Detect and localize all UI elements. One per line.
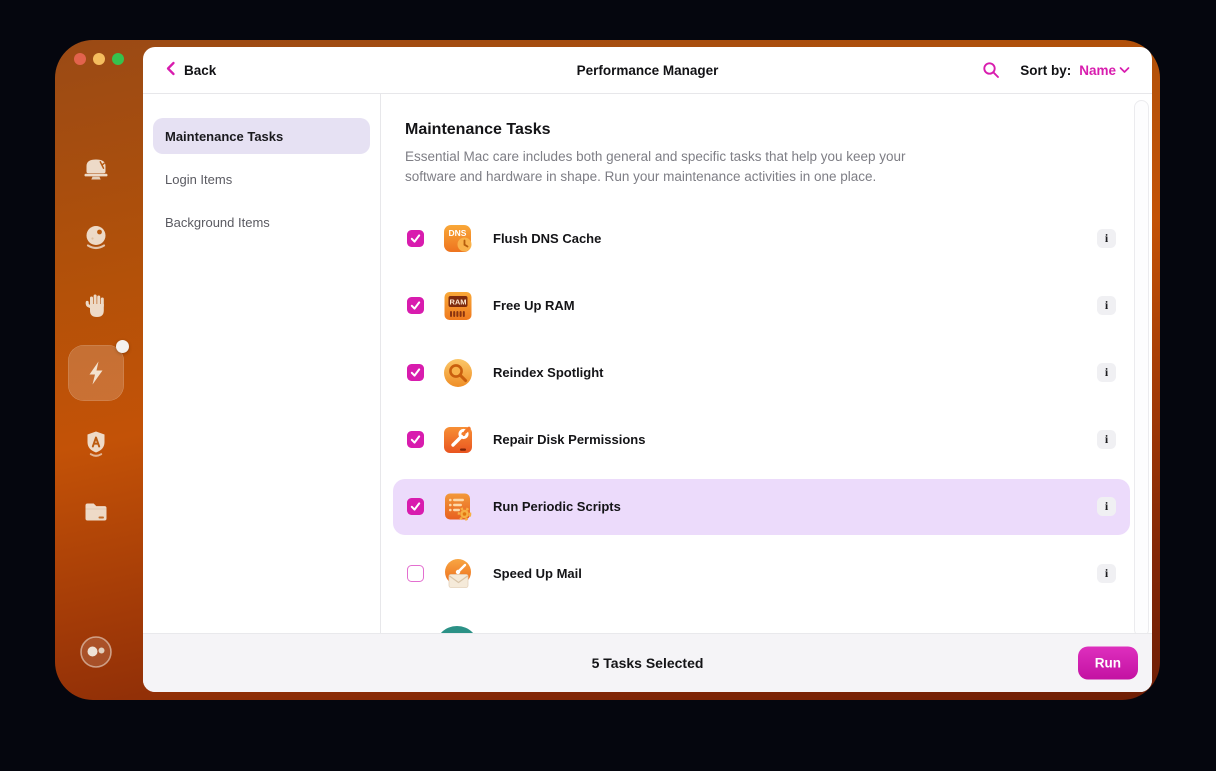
notification-dot [116,340,129,353]
task-row-run-periodic-scripts[interactable]: Run Periodic Scripts i [393,479,1130,535]
section-title: Maintenance Tasks [405,121,1152,139]
task-label: Repair Disk Permissions [493,432,645,447]
checkbox-checked[interactable] [407,297,424,314]
checkbox-checked[interactable] [407,431,424,448]
inner-sidebar: Maintenance Tasks Login Items Background I… [143,94,381,634]
mail-speedometer-icon [441,557,475,591]
content-card: Back Performance Manager Sort by: Name M… [143,47,1152,692]
monitor-icon[interactable] [78,150,114,186]
app-window: Back Performance Manager Sort by: Name M… [55,40,1160,700]
task-row-reindex-spotlight[interactable]: Reindex Spotlight i [393,345,1130,401]
zoom-button[interactable] [112,53,124,65]
checkbox-checked[interactable] [407,364,424,381]
assistant-face-icon[interactable] [78,634,114,670]
top-bar: Back Performance Manager Sort by: Name [143,47,1152,94]
ball-icon[interactable] [78,219,114,255]
sort-by-label: Sort by: [1020,63,1071,78]
chevron-down-icon [1119,66,1130,74]
info-button[interactable]: i [1097,564,1116,583]
section-description: Essential Mac care includes both general… [405,147,925,188]
window-controls [74,53,124,65]
task-label: Free Up RAM [493,298,575,313]
task-row-repair-disk-permissions[interactable]: Repair Disk Permissions i [393,412,1130,468]
chevron-left-icon [165,61,176,79]
header-actions: Sort by: Name [982,61,1130,79]
task-list: DNSFlush DNS CacheiRAMFree Up RAMiReinde… [393,211,1152,602]
task-label: Reindex Spotlight [493,365,604,380]
minimize-button[interactable] [93,53,105,65]
checkbox-checked[interactable] [407,498,424,515]
task-row-free-up-ram[interactable]: RAM Free Up RAM i [393,278,1130,334]
app-badge-icon[interactable] [78,425,114,461]
search-icon[interactable] [982,61,1000,79]
dock-item-active[interactable] [68,345,124,401]
info-button[interactable]: i [1097,229,1116,248]
main-panel: Maintenance Tasks Essential Mac care inc… [381,94,1152,634]
back-label: Back [184,63,216,78]
scrollbar[interactable] [1134,100,1149,637]
info-button[interactable]: i [1097,296,1116,315]
folder-icon[interactable] [78,493,114,529]
sidebar-item-background-items[interactable]: Background Items [153,204,370,240]
task-label: Speed Up Mail [493,566,582,581]
info-button[interactable]: i [1097,430,1116,449]
task-label: Run Periodic Scripts [493,499,621,514]
ram-icon: RAM [441,289,475,323]
close-button[interactable] [74,53,86,65]
checkbox-unchecked[interactable] [407,565,424,582]
card-body: Maintenance Tasks Login Items Background I… [143,94,1152,634]
footer-bar: 5 Tasks Selected Run [143,633,1152,692]
run-button[interactable]: Run [1078,647,1138,680]
dns-cache-icon: DNS [441,222,475,256]
spotlight-search-icon [441,356,475,390]
svg-text:DNS: DNS [449,228,467,238]
sort-dropdown[interactable]: Name [1079,63,1130,78]
task-row-flush-dns-cache[interactable]: DNS Flush DNS Cache i [393,211,1130,267]
lightning-icon[interactable] [78,355,114,391]
back-button[interactable]: Back [165,61,216,79]
hand-icon[interactable] [78,288,114,324]
svg-text:RAM: RAM [449,297,466,306]
sort-value: Name [1079,63,1116,78]
info-button[interactable]: i [1097,363,1116,382]
sidebar-item-login-items[interactable]: Login Items [153,161,370,197]
checkbox-checked[interactable] [407,230,424,247]
sidebar-item-maintenance-tasks[interactable]: Maintenance Tasks [153,118,370,154]
selection-status: 5 Tasks Selected [143,655,1152,671]
task-label: Flush DNS Cache [493,231,601,246]
task-row-speed-up-mail[interactable]: Speed Up Mail i [393,546,1130,602]
periodic-scripts-icon [441,490,475,524]
disk-wrench-icon [441,423,475,457]
info-button[interactable]: i [1097,497,1116,516]
